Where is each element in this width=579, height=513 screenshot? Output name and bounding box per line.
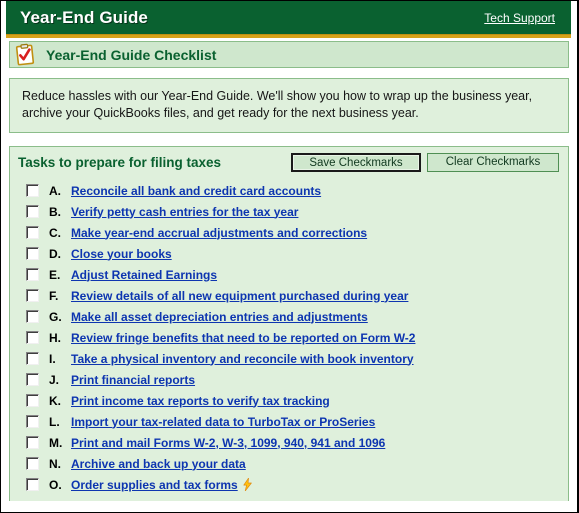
intro-text: Reduce hassles with our Year-End Guide. … bbox=[9, 78, 569, 133]
checklist-row: L. Import your tax-related data to TurboT… bbox=[10, 411, 568, 432]
task-link[interactable]: Import your tax-related data to TurboTax… bbox=[71, 415, 375, 429]
task-link[interactable]: Make all asset depreciation entries and … bbox=[71, 310, 368, 324]
task-letter: B. bbox=[49, 204, 61, 219]
window-title: Year-End Guide bbox=[20, 7, 148, 27]
task-letter: L. bbox=[49, 414, 60, 429]
task-checklist: A. Reconcile all bank and credit card acc… bbox=[10, 177, 568, 501]
task-link[interactable]: Reconcile all bank and credit card accou… bbox=[71, 184, 321, 198]
task-checkbox[interactable] bbox=[26, 184, 39, 197]
task-letter: A. bbox=[49, 183, 61, 198]
lightning-bolt-icon bbox=[238, 476, 252, 494]
checklist-row: E. Adjust Retained Earnings bbox=[10, 264, 568, 285]
task-checkbox[interactable] bbox=[26, 331, 39, 344]
tech-support-link[interactable]: Tech Support bbox=[484, 11, 559, 25]
task-letter: G. bbox=[49, 309, 62, 324]
task-letter: E. bbox=[49, 267, 61, 282]
task-checkbox[interactable] bbox=[26, 352, 39, 365]
checklist-row: D. Close your books bbox=[10, 243, 568, 264]
checklist-row: J. Print financial reports bbox=[10, 369, 568, 390]
clear-checkmarks-button[interactable]: Clear Checkmarks bbox=[427, 152, 559, 172]
tasks-header-title: Tasks to prepare for filing taxes bbox=[18, 154, 222, 170]
task-checkbox[interactable] bbox=[26, 247, 39, 260]
tasks-panel: Tasks to prepare for filing taxes Save C… bbox=[9, 146, 569, 501]
task-link[interactable]: Take a physical inventory and reconcile … bbox=[71, 352, 414, 366]
task-letter: J. bbox=[49, 372, 60, 387]
checklist-row: F. Review details of all new equipment pu… bbox=[10, 285, 568, 306]
task-letter: C. bbox=[49, 225, 61, 240]
task-letter: N. bbox=[49, 456, 61, 471]
checklist-row: O. Order supplies and tax forms bbox=[10, 474, 568, 495]
save-checkmarks-button[interactable]: Save Checkmarks bbox=[291, 152, 421, 172]
checklist-row: I. Take a physical inventory and reconcil… bbox=[10, 348, 568, 369]
task-letter: K. bbox=[49, 393, 61, 408]
task-checkbox[interactable] bbox=[26, 457, 39, 470]
checklist-row: M. Print and mail Forms W-2, W-3, 1099, 9… bbox=[10, 432, 568, 453]
tasks-header: Tasks to prepare for filing taxes Save C… bbox=[10, 147, 568, 177]
checklist-banner-title: Year-End Guide Checklist bbox=[46, 46, 217, 63]
task-link[interactable]: Review fringe benefits that need to be r… bbox=[71, 331, 415, 345]
task-link[interactable]: Review details of all new equipment purc… bbox=[71, 289, 408, 303]
task-checkbox[interactable] bbox=[26, 415, 39, 428]
tasks-section: Tasks to prepare for filing taxes Save C… bbox=[1, 133, 577, 501]
intro-section: Reduce hassles with our Year-End Guide. … bbox=[1, 68, 577, 133]
checklist-row: B. Verify petty cash entries for the tax … bbox=[10, 201, 568, 222]
checklist-row: H. Review fringe benefits that need to be… bbox=[10, 327, 568, 348]
checklist-banner: Year-End Guide Checklist bbox=[9, 41, 569, 68]
clipboard-check-icon bbox=[14, 43, 38, 67]
task-letter: D. bbox=[49, 246, 61, 261]
task-checkbox[interactable] bbox=[26, 373, 39, 386]
task-link[interactable]: Archive and back up your data bbox=[71, 457, 246, 471]
task-letter: F. bbox=[49, 288, 59, 303]
task-letter: M. bbox=[49, 435, 63, 450]
task-link[interactable]: Close your books bbox=[71, 247, 172, 261]
checklist-row: G. Make all asset depreciation entries an… bbox=[10, 306, 568, 327]
year-end-guide-window: Year-End Guide Tech Support Year-End Gui… bbox=[0, 0, 579, 513]
task-checkbox[interactable] bbox=[26, 436, 39, 449]
task-checkbox[interactable] bbox=[26, 478, 39, 491]
task-letter: H. bbox=[49, 330, 61, 345]
task-link[interactable]: Make year-end accrual adjustments and co… bbox=[71, 226, 367, 240]
task-checkbox[interactable] bbox=[26, 289, 39, 302]
checklist-row: A. Reconcile all bank and credit card acc… bbox=[10, 180, 568, 201]
task-checkbox[interactable] bbox=[26, 310, 39, 323]
task-checkbox[interactable] bbox=[26, 394, 39, 407]
checklist-row: K. Print income tax reports to verify tax… bbox=[10, 390, 568, 411]
task-checkbox[interactable] bbox=[26, 205, 39, 218]
task-link[interactable]: Order supplies and tax forms bbox=[71, 478, 238, 492]
task-link[interactable]: Verify petty cash entries for the tax ye… bbox=[71, 205, 298, 219]
window-titlebar: Year-End Guide Tech Support bbox=[1, 1, 577, 34]
task-link[interactable]: Print income tax reports to verify tax t… bbox=[71, 394, 330, 408]
task-checkbox[interactable] bbox=[26, 226, 39, 239]
checklist-row: C. Make year-end accrual adjustments and … bbox=[10, 222, 568, 243]
task-letter: O. bbox=[49, 477, 62, 492]
task-link[interactable]: Print and mail Forms W-2, W-3, 1099, 940… bbox=[71, 436, 385, 450]
task-letter: I. bbox=[49, 351, 56, 366]
task-checkbox[interactable] bbox=[26, 268, 39, 281]
checklist-row: N. Archive and back up your data bbox=[10, 453, 568, 474]
task-link[interactable]: Adjust Retained Earnings bbox=[71, 268, 217, 282]
task-link[interactable]: Print financial reports bbox=[71, 373, 195, 387]
